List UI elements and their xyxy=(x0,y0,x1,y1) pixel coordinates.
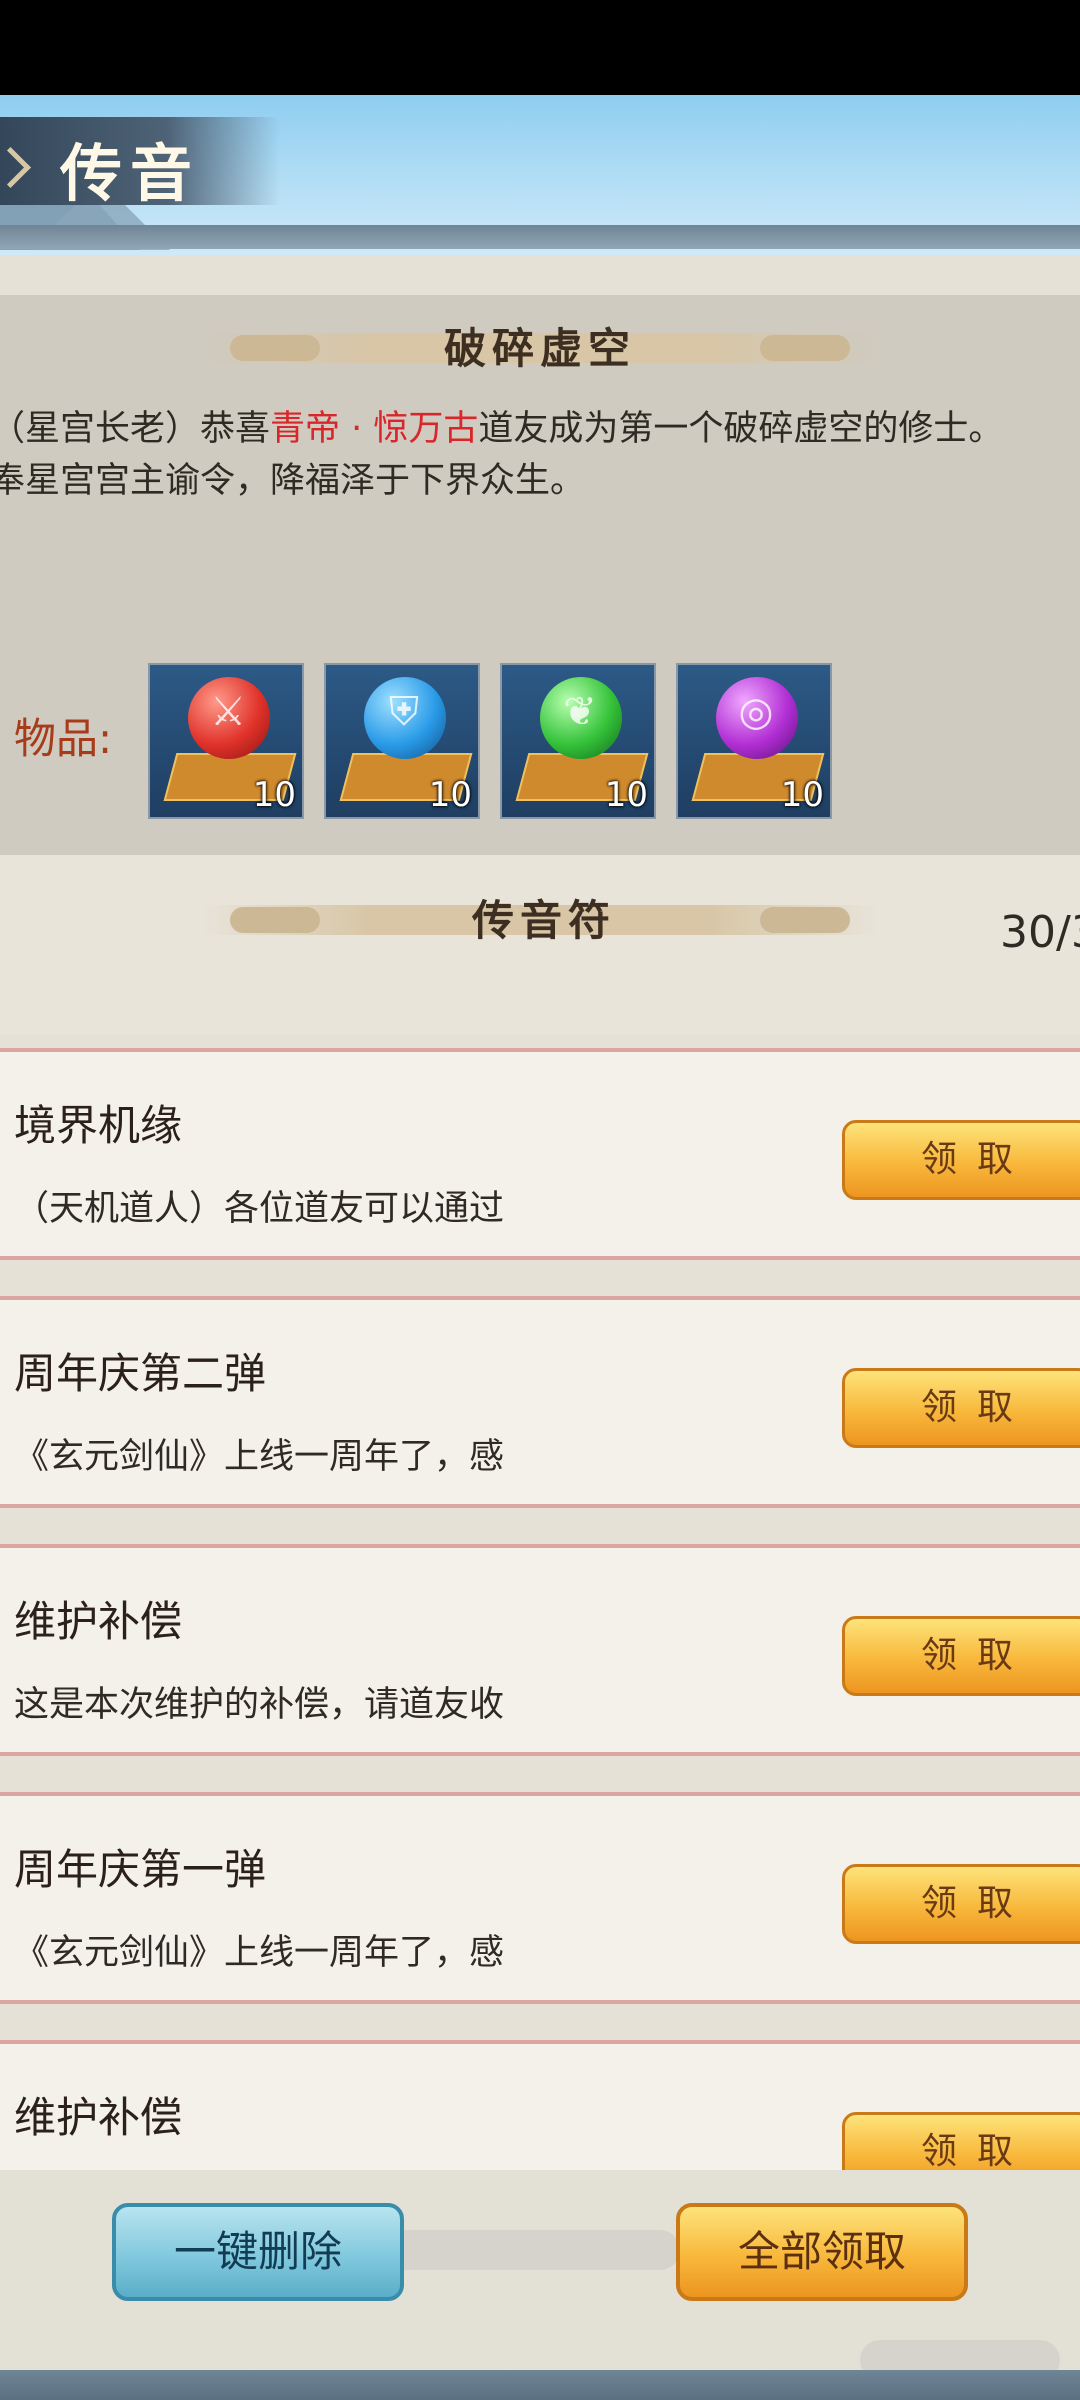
mail-title: 维护补偿 xyxy=(14,2093,183,2142)
mail-title: 周年庆第二弹 xyxy=(14,1349,267,1398)
delete-all-button[interactable]: 一键删除 xyxy=(112,2203,404,2301)
mail-screen: 传音 破碎虚空 （星宫长老）恭喜青帝 · 惊万古道友成为第一个破碎虚空的修士。 … xyxy=(0,95,1080,2400)
item-count: 10 xyxy=(428,775,472,815)
sword-icon: ⚔ xyxy=(210,689,246,735)
leaf-icon: ❦ xyxy=(563,689,597,735)
item-count: 10 xyxy=(780,775,824,815)
announcement-prefix: （星宫长老）恭喜 xyxy=(0,409,271,449)
status-bar xyxy=(0,0,1080,95)
shield-icon: ⛨ xyxy=(389,689,419,735)
header: 传音 xyxy=(0,95,1080,255)
mail-item[interactable]: 境界机缘 （天机道人）各位道友可以通过 领取 xyxy=(0,1048,1080,1260)
cloud-ornament xyxy=(230,907,320,933)
claim-all-button[interactable]: 全部领取 xyxy=(676,2203,968,2301)
claim-button[interactable]: 领取 xyxy=(842,1616,1080,1696)
reward-item[interactable]: ⛨ 10 xyxy=(324,663,480,819)
items-label: 物品: xyxy=(14,714,113,763)
mail-item[interactable]: 周年庆第一弹 《玄元剑仙》上线一周年了，感 领取 xyxy=(0,1792,1080,2004)
player-name-highlight: 青帝 · 惊万古 xyxy=(270,409,479,449)
mail-title: 境界机缘 xyxy=(14,1101,183,1150)
mail-item[interactable]: 周年庆第二弹 《玄元剑仙》上线一周年了，感 领取 xyxy=(0,1296,1080,1508)
reward-item[interactable]: ❦ 10 xyxy=(500,663,656,819)
inbox-title: 传音符 xyxy=(472,896,617,945)
item-count: 10 xyxy=(604,775,648,815)
claim-button[interactable]: 领取 xyxy=(842,1120,1080,1200)
page-title: 传音 xyxy=(60,137,201,210)
mail-preview: 《玄元剑仙》上线一周年了，感 xyxy=(14,1437,505,1477)
mail-title: 周年庆第一弹 xyxy=(14,1845,267,1894)
mail-preview: 这是本次维护的补偿，请道友收 xyxy=(14,1685,505,1725)
back-button[interactable]: 传音 xyxy=(0,117,280,210)
item-count: 10 xyxy=(252,775,296,815)
inbox-header: 传音符 xyxy=(0,855,1080,1035)
claim-button[interactable]: 领取 xyxy=(842,1368,1080,1448)
mail-count: 30/3 xyxy=(1000,907,1080,958)
reward-item[interactable]: ◎ 10 xyxy=(676,663,832,819)
announcement-line-1: （星宫长老）恭喜青帝 · 惊万古道友成为第一个破碎虚空的修士。 xyxy=(0,400,1070,451)
mail-preview: 《玄元剑仙》上线一周年了，感 xyxy=(14,1933,505,1973)
announcement-title: 破碎虚空 xyxy=(444,324,637,373)
cloud-ornament xyxy=(760,335,850,361)
cloud-ornament xyxy=(360,2230,680,2270)
announcement-line-2: 奉星宫宫主谕令，降福泽于下界众生。 xyxy=(0,461,586,501)
swirl-icon: ◎ xyxy=(738,689,774,735)
claim-button[interactable]: 领取 xyxy=(842,1864,1080,1944)
bottom-rail xyxy=(0,2370,1080,2400)
announcement-panel: 破碎虚空 （星宫长老）恭喜青帝 · 惊万古道友成为第一个破碎虚空的修士。 奉星宫… xyxy=(0,295,1080,855)
mail-item[interactable]: 维护补偿 这是本次维护的补偿，请道友收 领取 xyxy=(0,1544,1080,1756)
mail-title: 维护补偿 xyxy=(14,1597,183,1646)
announcement-suffix: 道友成为第一个破碎虚空的修士。 xyxy=(478,409,1004,449)
reward-item[interactable]: ⚔ 10 xyxy=(148,663,304,819)
header-rail xyxy=(0,225,1080,249)
chevron-left-icon xyxy=(0,146,32,189)
mail-preview: （天机道人）各位道友可以通过 xyxy=(14,1189,505,1229)
cloud-ornament xyxy=(230,335,320,361)
cloud-ornament xyxy=(760,907,850,933)
